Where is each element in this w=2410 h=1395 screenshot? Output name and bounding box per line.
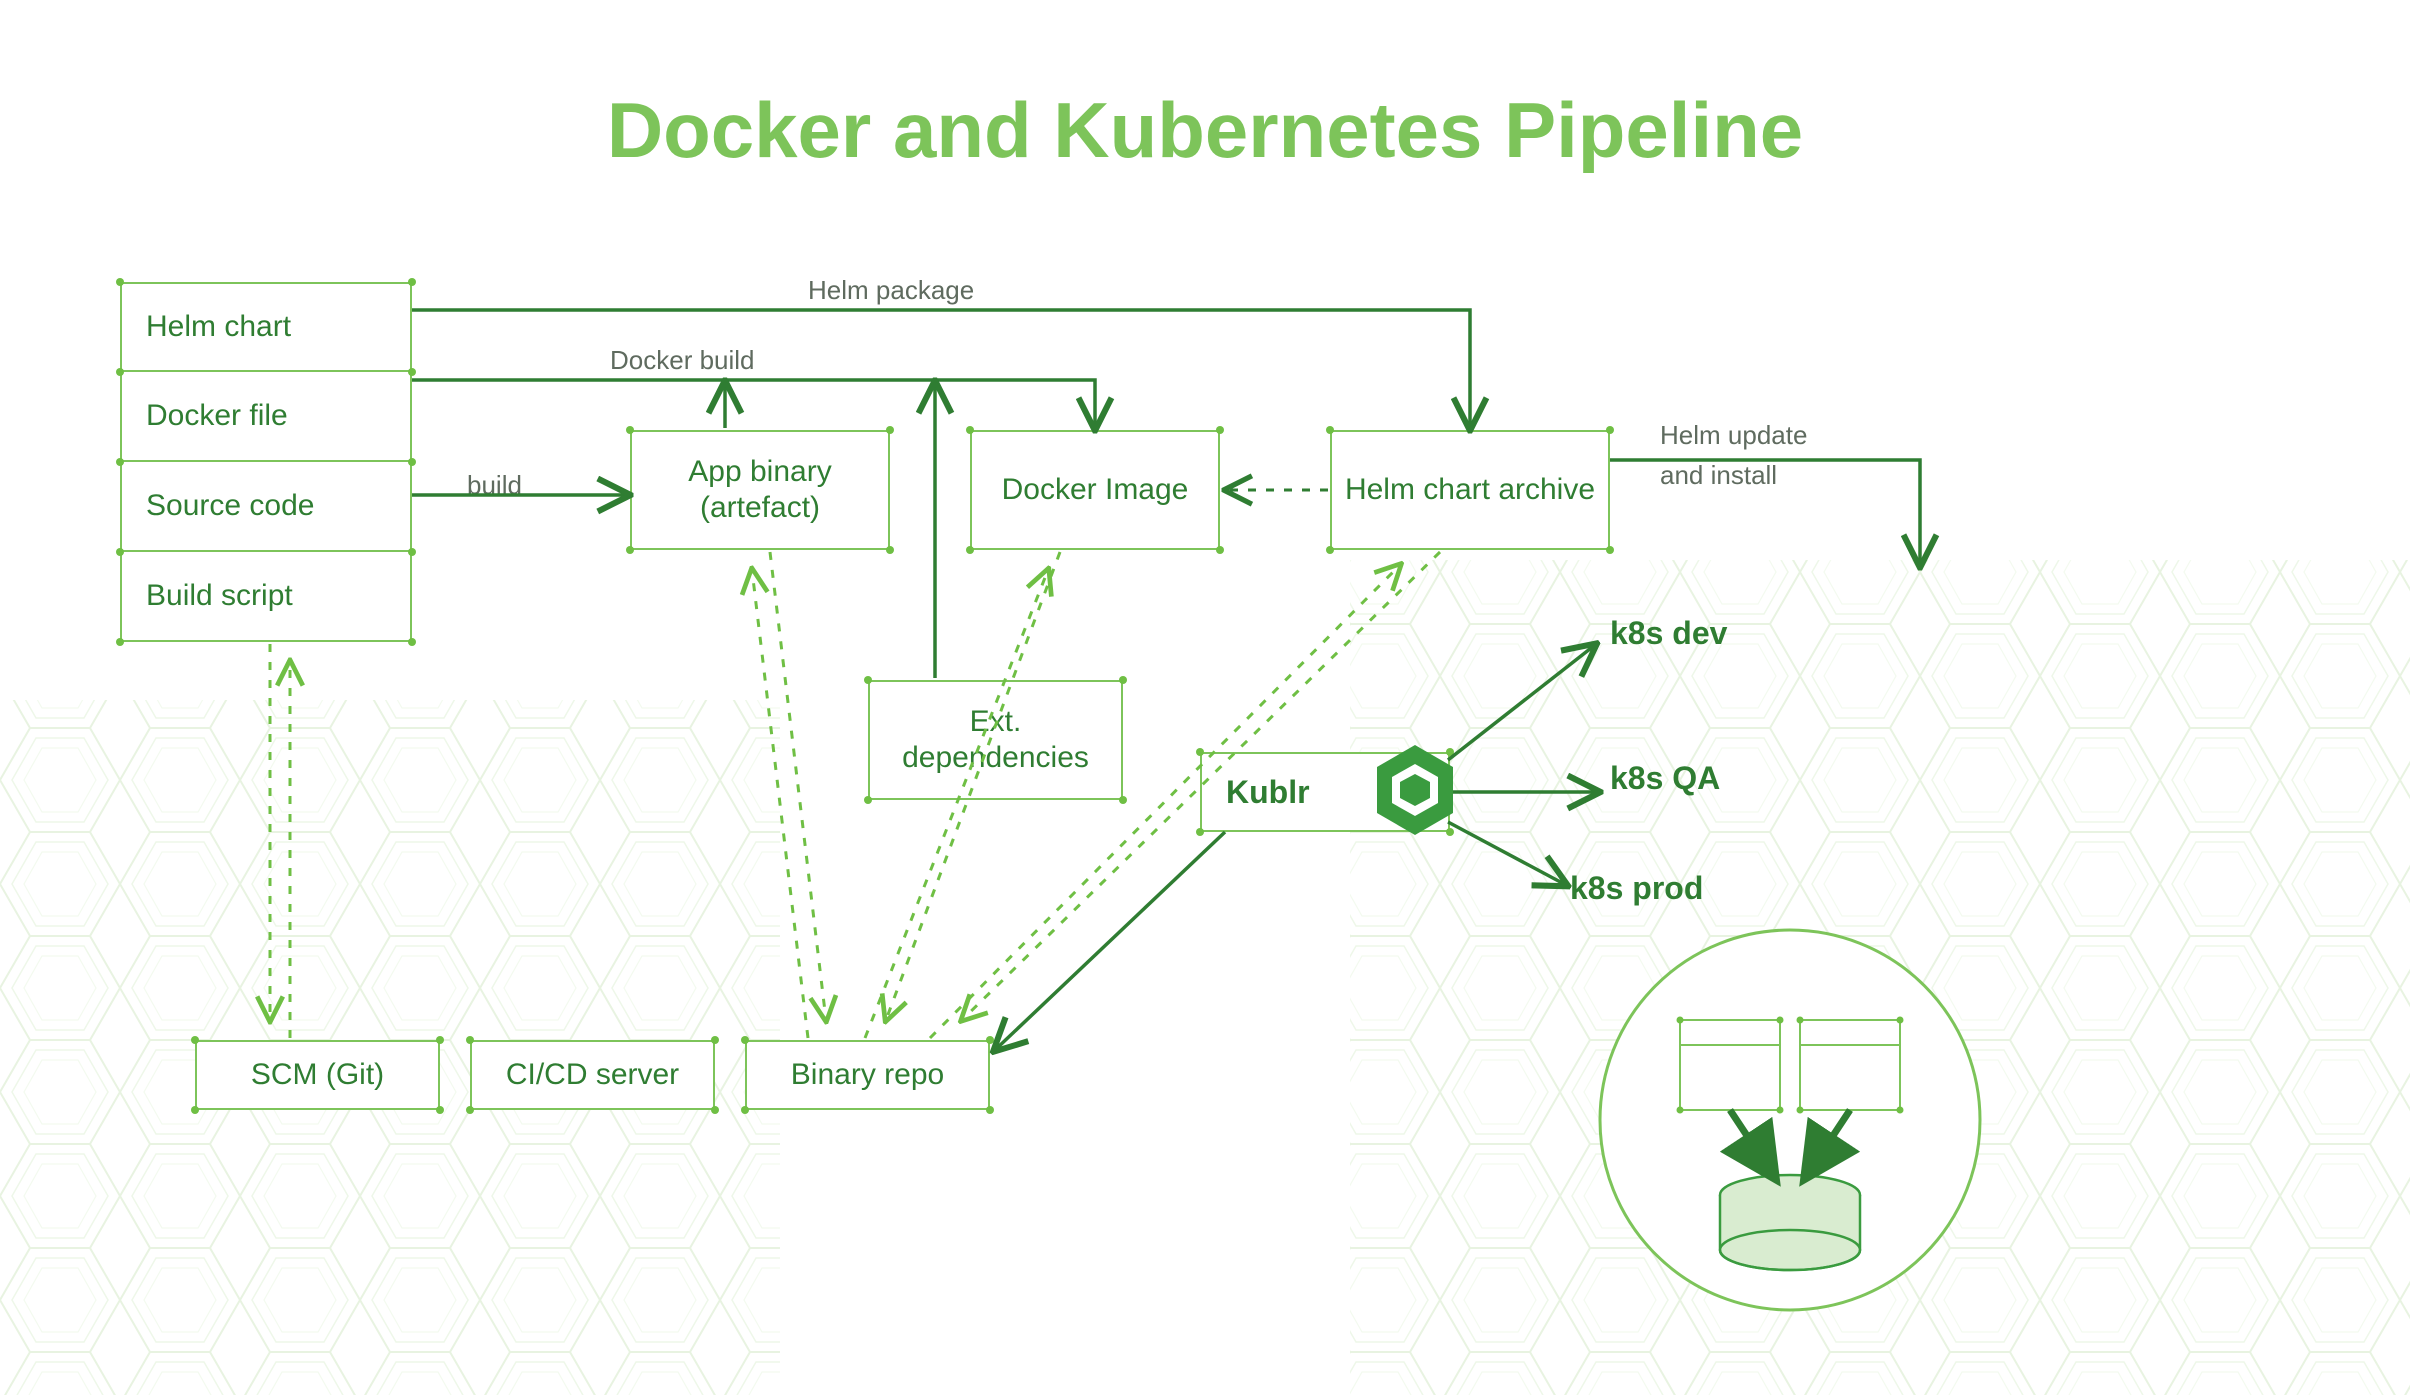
connectors <box>0 0 2410 1395</box>
edge-label-build: build <box>467 470 522 501</box>
node-app-binary-label: App binary (artefact) <box>644 454 876 526</box>
stack-source-code: Source code <box>120 462 412 552</box>
node-cicd-label: CI/CD server <box>506 1058 679 1092</box>
node-ext-dependencies-label: Ext. dependencies <box>882 704 1109 776</box>
kublr-hex-icon <box>1370 740 1460 840</box>
diagram-canvas: Docker and Kubernetes Pipeline Helm char… <box>0 0 2410 1395</box>
page-title: Docker and Kubernetes Pipeline <box>0 85 2410 176</box>
node-app-binary: App binary (artefact) <box>630 430 890 550</box>
edge-label-docker-build: Docker build <box>610 345 755 376</box>
stack-helm-chart-label: Helm chart <box>146 310 291 344</box>
node-helm-chart-archive-label: Helm chart archive <box>1345 472 1595 508</box>
node-docker-image-label: Docker Image <box>1002 472 1189 508</box>
node-binary-repo: Binary repo <box>745 1040 990 1110</box>
edge-label-helm-package: Helm package <box>808 275 974 306</box>
edge-label-helm-update: Helm update <box>1660 420 1807 451</box>
background-hex-pattern <box>0 0 2410 1395</box>
node-scm: SCM (Git) <box>195 1040 440 1110</box>
stack-helm-chart: Helm chart <box>120 282 412 372</box>
node-cicd: CI/CD server <box>470 1040 715 1110</box>
node-helm-chart-archive: Helm chart archive <box>1330 430 1610 550</box>
stack-docker-file-label: Docker file <box>146 399 288 433</box>
k8s-dev-label: k8s dev <box>1610 615 1727 652</box>
k8s-prod-label: k8s prod <box>1570 870 1703 907</box>
node-scm-label: SCM (Git) <box>251 1058 384 1092</box>
stack-docker-file: Docker file <box>120 372 412 462</box>
k8s-qa-label: k8s QA <box>1610 760 1720 797</box>
edge-label-and-install: and install <box>1660 460 1777 491</box>
node-ext-dependencies: Ext. dependencies <box>868 680 1123 800</box>
stack-build-script: Build script <box>120 552 412 642</box>
k8s-app-circle <box>1590 920 1990 1320</box>
node-kublr-label: Kublr <box>1226 774 1310 811</box>
stack-build-script-label: Build script <box>146 579 293 613</box>
stack-source-code-label: Source code <box>146 489 314 523</box>
node-binary-repo-label: Binary repo <box>791 1058 944 1092</box>
node-docker-image: Docker Image <box>970 430 1220 550</box>
